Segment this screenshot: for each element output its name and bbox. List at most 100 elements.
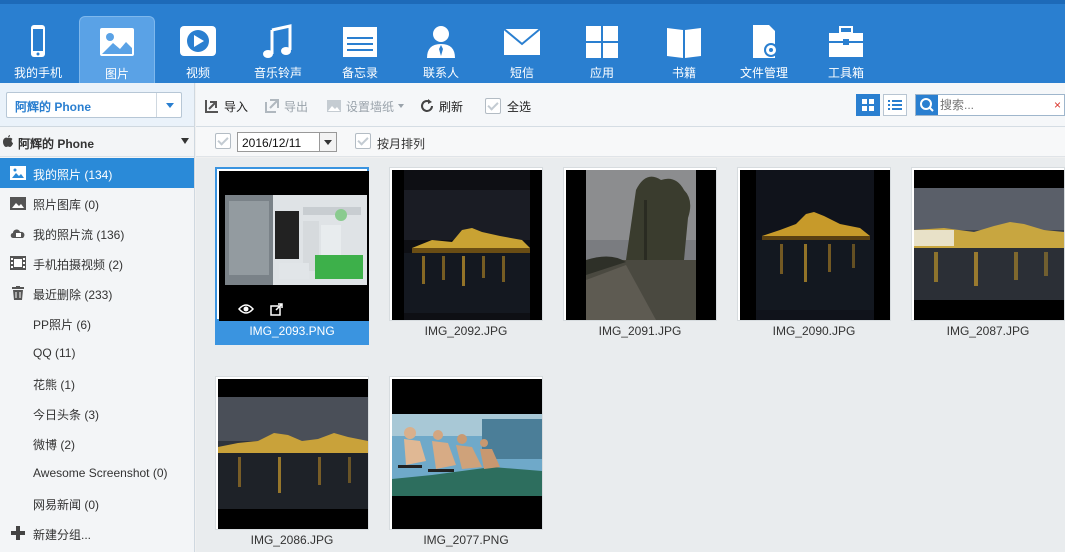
device-dropdown[interactable]: 阿辉的 Phone [6, 92, 182, 118]
nav-my-phone[interactable]: 我的手机 [0, 16, 76, 87]
nav-video[interactable]: 视频 [160, 16, 236, 87]
set-wallpaper-button[interactable]: 设置墙纸 [326, 97, 405, 115]
grid-view-button[interactable] [856, 94, 880, 116]
search-icon[interactable] [916, 95, 938, 115]
export-label: 导出 [284, 99, 309, 114]
nav-file-manager[interactable]: 文件管理 [726, 16, 802, 87]
by-month-checkbox[interactable] [355, 133, 371, 149]
picture-icon [100, 28, 134, 56]
chevron-down-icon[interactable] [156, 93, 181, 117]
share-icon[interactable] [270, 302, 284, 316]
nav-label: 视频 [185, 66, 210, 80]
photo-tile[interactable]: IMG_2090.JPG [737, 167, 891, 345]
search-input[interactable] [940, 97, 1050, 113]
thumbnail-action-bar [219, 297, 369, 321]
photo-tile[interactable]: IMG_2086.JPG [215, 376, 369, 552]
date-filter-checkbox[interactable] [215, 133, 231, 149]
sidebar: 阿辉的 Phone 我的照片 (134) 照片图库 (0) 我的照片流 (136… [0, 127, 195, 552]
photo-thumbnail [219, 171, 369, 321]
sidebar-item-my-photos[interactable]: 我的照片 (134) [0, 158, 194, 188]
list-view-button[interactable] [883, 94, 907, 116]
photo-tile[interactable]: IMG_2077.PNG [389, 376, 543, 552]
sidebar-item-label: Awesome Screenshot (0) [33, 466, 168, 480]
music-note-icon [263, 24, 292, 58]
photo-thumbnail [218, 379, 368, 529]
sidebar-item-label: 我的照片 (134) [33, 168, 113, 182]
nav-toolbox[interactable]: 工具箱 [808, 16, 884, 87]
nav-apps[interactable]: 应用 [564, 16, 640, 87]
sidebar-item-recently-deleted[interactable]: 最近删除 (233) [0, 278, 194, 308]
photo-tile[interactable]: IMG_2091.JPG [563, 167, 717, 345]
chevron-down-icon[interactable] [319, 133, 336, 151]
photo-filename: IMG_2077.PNG [423, 533, 509, 547]
sidebar-item-qq[interactable]: QQ (11) [0, 338, 194, 368]
sidebar-item-label: PP照片 (6) [33, 318, 92, 332]
nav-sms[interactable]: 短信 [484, 16, 560, 87]
nav-memo[interactable]: 备忘录 [322, 16, 398, 87]
nav-label: 联系人 [422, 66, 459, 80]
nav-music[interactable]: 音乐铃声 [240, 16, 316, 87]
film-icon [10, 256, 26, 270]
sidebar-item-videos[interactable]: 手机拍摄视频 (2) [0, 248, 194, 278]
nav-contacts[interactable]: 联系人 [403, 16, 479, 87]
refresh-button[interactable]: 刷新 [419, 97, 463, 115]
sidebar-item-gallery[interactable]: 照片图库 (0) [0, 188, 194, 218]
sidebar-item-label: QQ (11) [33, 346, 76, 360]
photo-tile[interactable]: IMG_2093.PNG [215, 167, 369, 345]
date-select[interactable]: 2016/12/11 [237, 132, 337, 152]
collapse-triangle-icon[interactable] [181, 138, 189, 144]
photo-frame [737, 167, 891, 321]
photo-frame [563, 167, 717, 321]
sidebar-item-pp-photos[interactable]: PP照片 (6) [0, 308, 194, 338]
export-button[interactable]: 导出 [264, 97, 308, 115]
sidebar-item-label: 照片图库 (0) [33, 198, 100, 212]
photo-grid: IMG_2093.PNG IMG_2092.JPG IMG_2091.JPG I… [196, 158, 1065, 552]
sidebar-item-label: 我的照片流 (136) [33, 228, 125, 242]
photo-icon [10, 166, 26, 180]
nav-books[interactable]: 书籍 [646, 16, 722, 87]
sidebar-item-netease-news[interactable]: 网易新闻 (0) [0, 488, 194, 518]
nav-label: 文件管理 [739, 66, 788, 80]
nav-label: 我的手机 [13, 66, 62, 80]
nav-label: 书籍 [671, 66, 696, 80]
new-group-label: 新建分组... [33, 528, 92, 542]
clear-search-icon[interactable]: × [1054, 98, 1061, 112]
contact-icon [427, 26, 455, 58]
toolbox-icon [829, 26, 863, 57]
photo-thumbnail [392, 170, 542, 320]
photo-filename: IMG_2091.JPG [598, 324, 682, 338]
sidebar-item-huaxiong[interactable]: 花熊 (1) [0, 368, 194, 398]
export-icon [265, 99, 279, 113]
select-all-label: 全选 [507, 99, 532, 114]
photo-frame [911, 167, 1065, 321]
sidebar-item-photostream[interactable]: 我的照片流 (136) [0, 218, 194, 248]
sidebar-item-awesome-screenshot[interactable]: Awesome Screenshot (0) [0, 458, 194, 488]
refresh-icon [421, 99, 433, 112]
eye-icon[interactable] [238, 303, 254, 315]
filter-bar: 2016/12/11 按月排列 [196, 127, 1065, 157]
nav-label: 图片 [104, 67, 129, 81]
caret-down-icon [398, 104, 405, 108]
sidebar-item-label: 最近删除 (233) [33, 288, 113, 302]
photostream-cloud-icon [10, 229, 25, 238]
nav-pictures[interactable]: 图片 [79, 16, 155, 87]
sidebar-device-name: 阿辉的 Phone [18, 137, 95, 151]
book-icon [667, 28, 701, 58]
photo-tile[interactable]: IMG_2087.JPG [911, 167, 1065, 345]
select-all-toggle[interactable]: 全选 [485, 97, 531, 115]
photo-thumbnail [740, 170, 890, 320]
import-button[interactable]: 导入 [204, 97, 248, 115]
import-label: 导入 [224, 99, 249, 114]
sidebar-item-label: 花熊 (1) [33, 378, 76, 392]
photo-tile[interactable]: IMG_2092.JPG [389, 167, 543, 345]
toolbar: 导入 导出 设置墙纸 刷新 全选 × [196, 83, 1065, 127]
sidebar-item-label: 手机拍摄视频 (2) [33, 258, 124, 272]
search-box: × [915, 94, 1065, 116]
sidebar-item-toutiao[interactable]: 今日头条 (3) [0, 398, 194, 428]
new-group-button[interactable]: 新建分组... [0, 518, 194, 548]
select-all-checkbox[interactable] [485, 98, 501, 114]
sidebar-item-weibo[interactable]: 微博 (2) [0, 428, 194, 458]
nav-label: 工具箱 [827, 66, 864, 80]
sidebar-device-header[interactable]: 阿辉的 Phone [0, 127, 194, 157]
device-selector-bar: 阿辉的 Phone [0, 83, 195, 127]
